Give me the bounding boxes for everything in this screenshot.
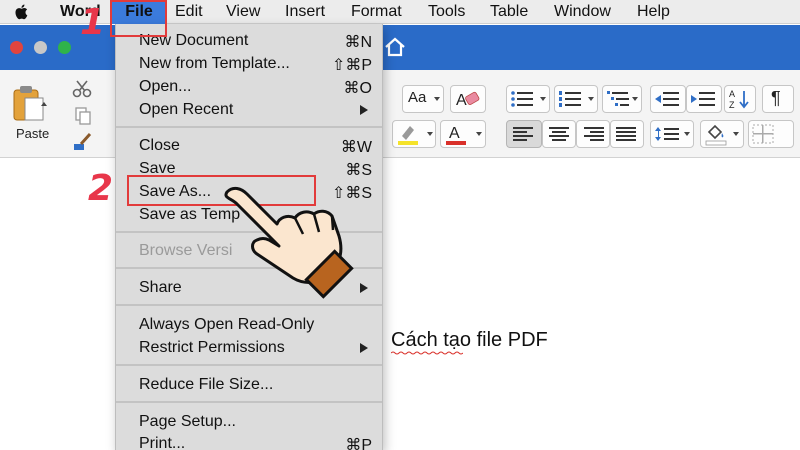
menu-item-label: Share bbox=[139, 279, 182, 296]
chevron-down-icon bbox=[588, 97, 594, 101]
apple-logo-icon[interactable] bbox=[14, 4, 28, 20]
file-menu-highlight-box bbox=[110, 0, 167, 37]
change-case-icon: Aa bbox=[408, 89, 427, 106]
chevron-down-icon bbox=[427, 132, 433, 136]
menu-item-open-recent[interactable]: Open Recent bbox=[116, 99, 382, 121]
menu-item-page-setup[interactable]: Page Setup... bbox=[116, 411, 382, 433]
menu-item-restrict-permissions[interactable]: Restrict Permissions bbox=[116, 337, 382, 359]
chevron-down-icon bbox=[733, 132, 739, 136]
multilevel-list-icon bbox=[607, 91, 629, 106]
menu-separator bbox=[116, 304, 382, 306]
menu-table[interactable]: Table bbox=[490, 0, 528, 24]
align-right-icon bbox=[584, 127, 604, 141]
copy-icon[interactable] bbox=[74, 106, 92, 126]
menu-item-new-from-template[interactable]: New from Template... ⇧⌘P bbox=[116, 53, 382, 75]
menu-item-always-open-read-only[interactable]: Always Open Read-Only bbox=[116, 314, 382, 336]
svg-text:Z: Z bbox=[729, 100, 735, 110]
paste-icon[interactable] bbox=[10, 84, 48, 124]
menu-separator bbox=[116, 401, 382, 403]
menu-item-print[interactable]: Print... ⌘P bbox=[116, 433, 382, 450]
menu-separator bbox=[116, 364, 382, 366]
pointing-hand-icon bbox=[224, 186, 354, 299]
menu-separator bbox=[116, 126, 382, 128]
menu-item-label: Close bbox=[139, 137, 180, 154]
cut-icon[interactable] bbox=[72, 80, 92, 98]
window-minimize-button[interactable] bbox=[34, 41, 47, 54]
chevron-down-icon bbox=[684, 132, 690, 136]
chevron-down-icon bbox=[476, 132, 482, 136]
menu-item-shortcut: ⇧⌘P bbox=[331, 57, 372, 74]
svg-text:A: A bbox=[456, 92, 467, 109]
borders-icon bbox=[752, 124, 774, 144]
submenu-arrow-icon bbox=[360, 105, 368, 115]
menu-item-label: Reduce File Size... bbox=[139, 376, 274, 393]
line-spacing-icon bbox=[655, 127, 679, 141]
font-color-icon: A bbox=[446, 125, 466, 145]
menu-tools[interactable]: Tools bbox=[428, 0, 465, 24]
menu-item-label: Page Setup... bbox=[139, 413, 236, 430]
numbering-icon bbox=[559, 91, 581, 107]
chevron-down-icon bbox=[434, 97, 440, 101]
align-left-icon bbox=[513, 127, 533, 141]
menu-insert[interactable]: Insert bbox=[285, 0, 325, 24]
menu-view[interactable]: View bbox=[226, 0, 260, 24]
menu-item-shortcut: ⌘O bbox=[343, 80, 372, 97]
menu-item-reduce-file-size[interactable]: Reduce File Size... bbox=[116, 374, 382, 396]
menu-item-shortcut: ⌘N bbox=[344, 34, 372, 51]
format-painter-icon[interactable] bbox=[72, 132, 94, 152]
step-number-1: 1 bbox=[80, 2, 106, 43]
menu-window[interactable]: Window bbox=[554, 0, 611, 24]
menu-item-shortcut: ⌘W bbox=[340, 139, 372, 156]
menu-item-label: Restrict Permissions bbox=[139, 339, 285, 356]
document-text[interactable]: Cách tạo file PDF bbox=[391, 329, 548, 352]
chevron-down-icon bbox=[632, 97, 638, 101]
menu-item-shortcut: ⌘S bbox=[345, 162, 372, 179]
align-center-icon bbox=[549, 127, 569, 141]
menu-item-label: Open... bbox=[139, 78, 192, 95]
menu-help[interactable]: Help bbox=[637, 0, 670, 24]
menu-item-shortcut: ⌘P bbox=[345, 437, 372, 450]
justify-icon bbox=[616, 127, 636, 141]
spellcheck-underline bbox=[391, 351, 463, 355]
menu-item-label: Print... bbox=[139, 435, 186, 450]
menu-item-label: Always Open Read-Only bbox=[139, 316, 315, 333]
svg-text:A: A bbox=[449, 125, 460, 142]
highlighter-icon bbox=[398, 126, 418, 145]
menu-edit[interactable]: Edit bbox=[175, 0, 203, 24]
paste-label[interactable]: Paste bbox=[16, 126, 49, 141]
chevron-down-icon bbox=[540, 97, 546, 101]
menu-item-label: Open Recent bbox=[139, 101, 234, 118]
menu-item-close[interactable]: Close ⌘W bbox=[116, 135, 382, 157]
menu-format[interactable]: Format bbox=[351, 0, 402, 24]
menu-item-label: New from Template... bbox=[139, 55, 290, 72]
svg-text:A: A bbox=[729, 89, 735, 99]
step-number-2: 2 bbox=[88, 168, 114, 209]
window-zoom-button[interactable] bbox=[58, 41, 71, 54]
clear-formatting-icon: A bbox=[456, 91, 480, 109]
bullets-icon bbox=[511, 91, 533, 107]
paint-bucket-icon bbox=[705, 124, 727, 146]
sort-icon: A Z bbox=[729, 89, 749, 110]
pilcrow-icon: ¶ bbox=[771, 88, 781, 108]
window-close-button[interactable] bbox=[10, 41, 23, 54]
home-icon[interactable] bbox=[384, 37, 406, 57]
decrease-indent-icon bbox=[655, 92, 679, 106]
increase-indent-icon bbox=[691, 92, 715, 106]
submenu-arrow-icon bbox=[360, 343, 368, 353]
menu-item-open[interactable]: Open... ⌘O bbox=[116, 76, 382, 98]
